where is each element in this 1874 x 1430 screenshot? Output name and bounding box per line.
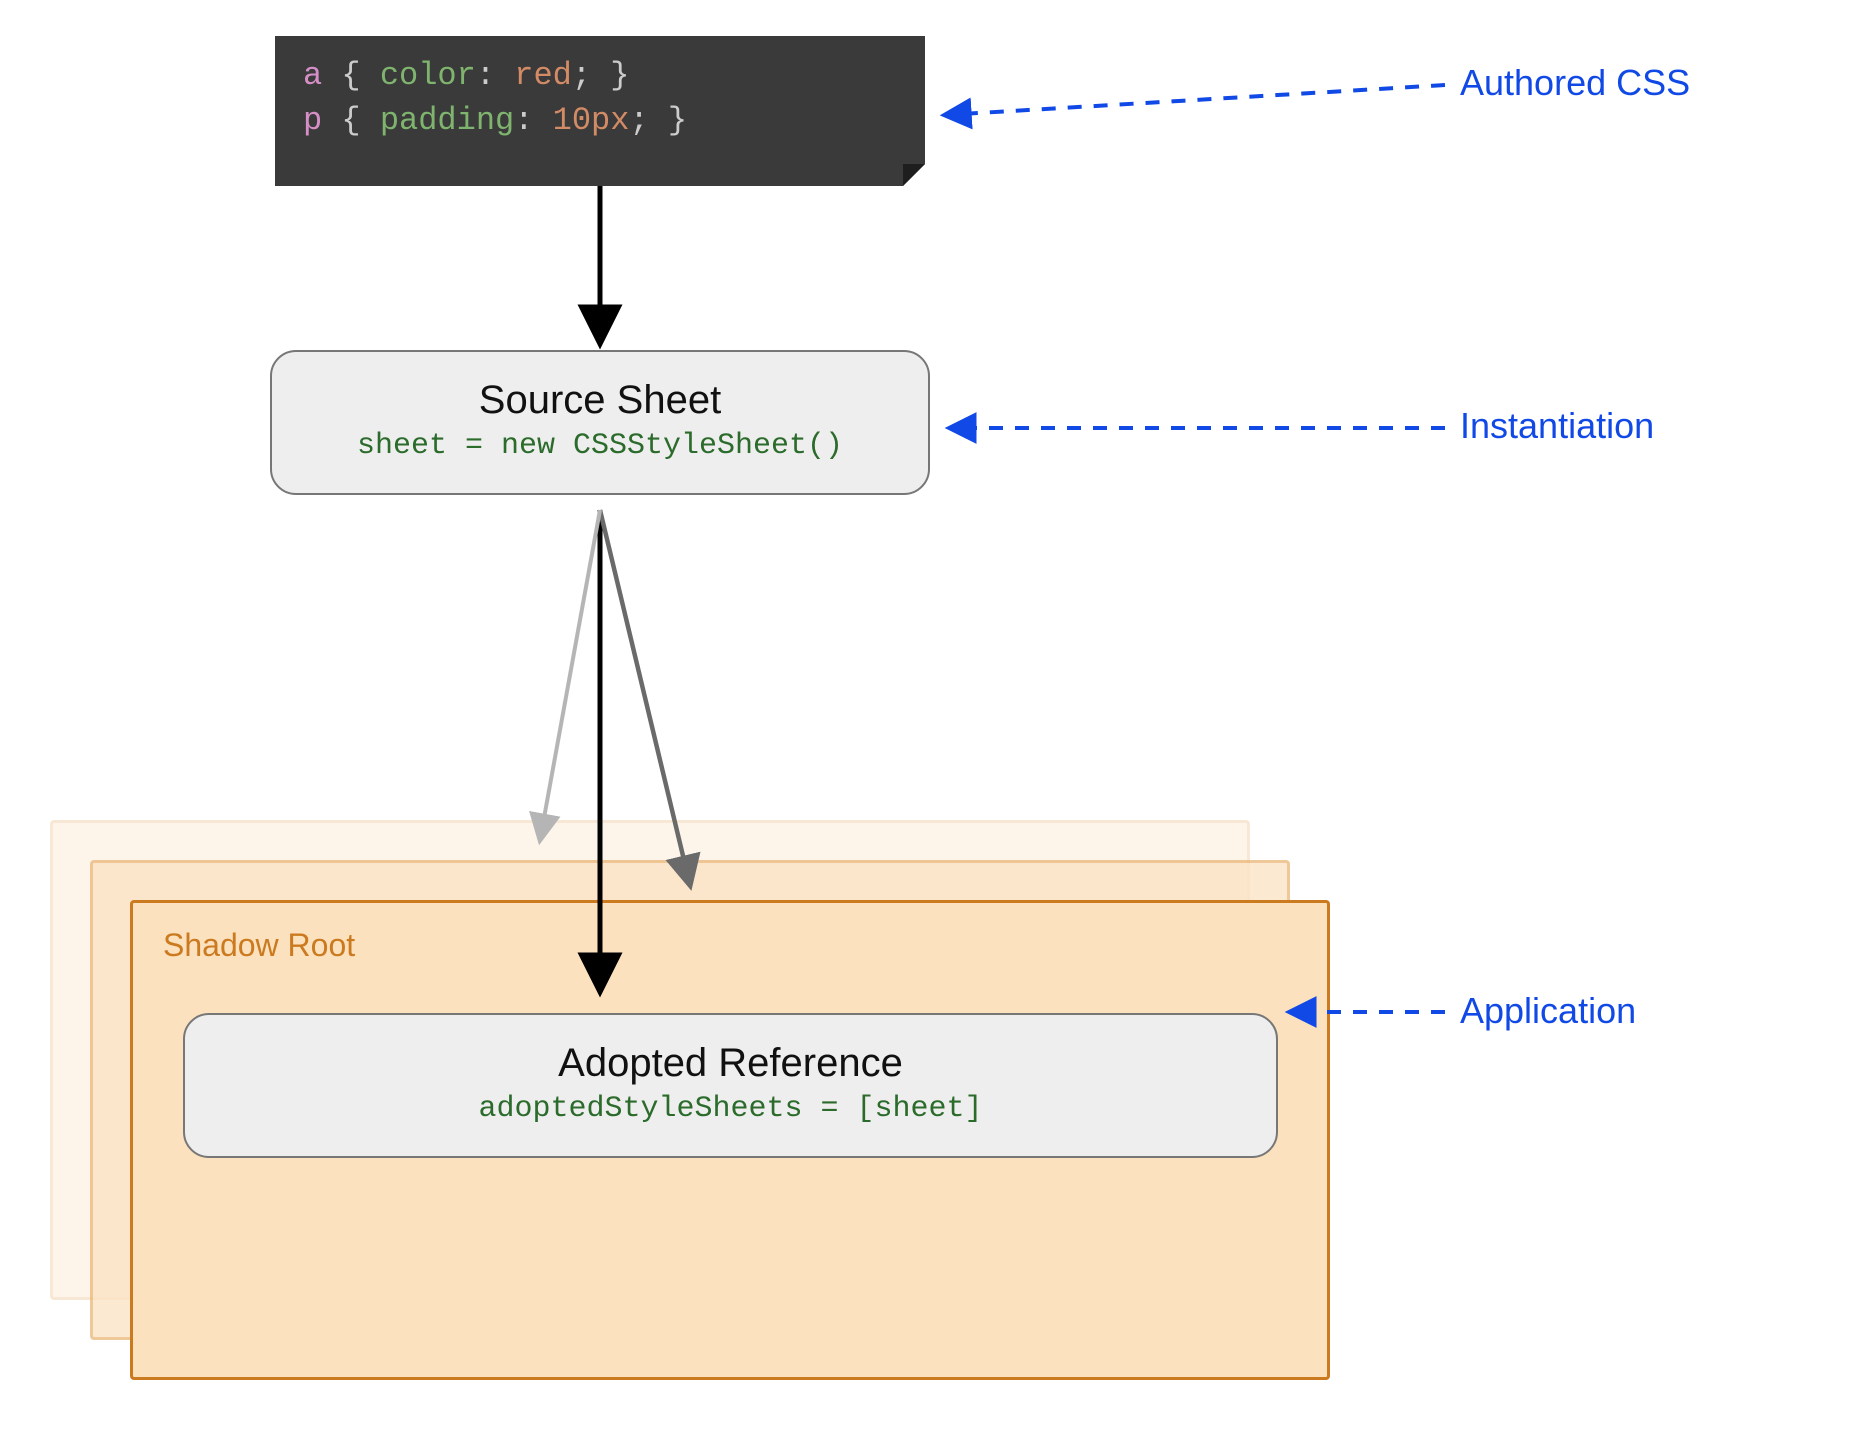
adopted-reference-node: Adopted Reference adoptedStyleSheets = [… — [183, 1013, 1278, 1158]
authored-css-code-block: a { color: red; } p { padding: 10px; } — [275, 36, 925, 186]
adopted-reference-title: Adopted Reference — [205, 1041, 1256, 1086]
css-brace: { — [322, 57, 380, 94]
code-line-2: p { padding: 10px; } — [303, 99, 897, 144]
adopted-reference-code: adoptedStyleSheets = [sheet] — [205, 1092, 1256, 1126]
shadow-root-stack: Shadow Root Adopted Reference adoptedSty… — [50, 820, 1250, 1300]
annotation-application: Application — [1460, 990, 1636, 1032]
dog-ear-shadow-icon — [903, 164, 925, 186]
css-colon: : — [514, 102, 552, 139]
shadow-root-label: Shadow Root — [163, 927, 1297, 964]
shadow-root-card-front: Shadow Root Adopted Reference adoptedSty… — [130, 900, 1330, 1380]
annotation-instantiation: Instantiation — [1460, 405, 1654, 447]
css-brace: { — [322, 102, 380, 139]
css-end: ; } — [629, 102, 687, 139]
arrow-annotation-authored — [945, 85, 1445, 115]
code-line-1: a { color: red; } — [303, 54, 897, 99]
css-property: padding — [380, 102, 514, 139]
css-property: color — [380, 57, 476, 94]
css-value: red — [514, 57, 572, 94]
css-end: ; } — [572, 57, 630, 94]
css-selector: p — [303, 102, 322, 139]
css-selector: a — [303, 57, 322, 94]
diagram-stage: a { color: red; } p { padding: 10px; } S… — [0, 0, 1874, 1430]
source-sheet-code: sheet = new CSSStyleSheet() — [292, 429, 908, 463]
css-value: 10px — [553, 102, 630, 139]
css-colon: : — [476, 57, 514, 94]
arrow-source-to-back — [540, 510, 600, 840]
annotation-authored-css: Authored CSS — [1460, 62, 1690, 104]
source-sheet-title: Source Sheet — [292, 378, 908, 423]
source-sheet-node: Source Sheet sheet = new CSSStyleSheet() — [270, 350, 930, 495]
